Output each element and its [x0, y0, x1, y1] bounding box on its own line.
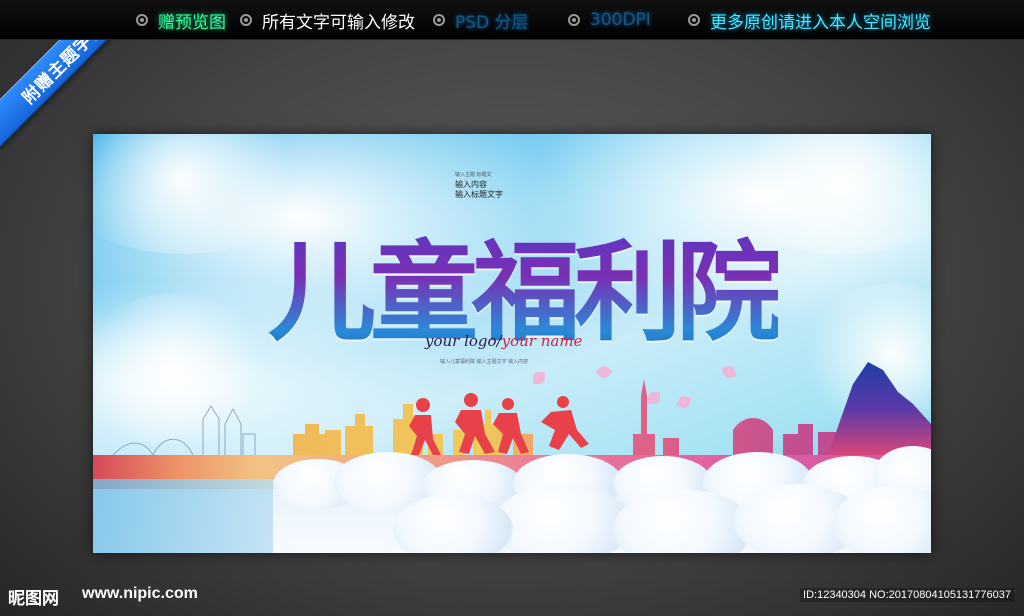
watermark-footer: 昵图网 www.nipic.com ID:12340304 NO:2017080…	[0, 578, 1024, 616]
topbar-item-preview: 赠预览图	[136, 0, 226, 40]
bullet-icon	[568, 14, 580, 26]
topbar-item-more: 更多原创请进入本人空间浏览	[688, 0, 931, 40]
bottom-watercolor	[93, 479, 273, 553]
topbar-item-label: 300DPI	[590, 10, 651, 30]
image-id-label: ID:12340304 NO:20170804105131776037	[800, 588, 1014, 602]
site-url[interactable]: www.nipic.com	[82, 585, 198, 603]
topbar-item-editable: 所有文字可输入修改	[240, 0, 415, 40]
topbar-item-label: 所有文字可输入修改	[262, 12, 415, 33]
bullet-icon	[240, 14, 252, 26]
topbar-item-dpi: 300DPI	[568, 0, 651, 40]
site-logo: 昵图网	[8, 589, 59, 609]
topbar-item-label: 更多原创请进入本人空间浏览	[710, 12, 931, 33]
top-info-bar: 赠预览图 所有文字可输入修改 PSD 分层 300DPI 更多原创请进入本人空间…	[0, 0, 1024, 40]
bullet-icon	[688, 14, 700, 26]
topbar-item-psd: PSD 分层	[433, 0, 529, 40]
topbar-item-label: PSD 分层	[455, 12, 529, 33]
poster-preview: 输入主题 标题文 输入内容 输入标题文字 儿童福利院 your logo/you…	[93, 134, 931, 553]
topbar-item-label: 赠预览图	[158, 12, 226, 33]
bullet-icon	[433, 14, 445, 26]
bullet-icon	[136, 14, 148, 26]
